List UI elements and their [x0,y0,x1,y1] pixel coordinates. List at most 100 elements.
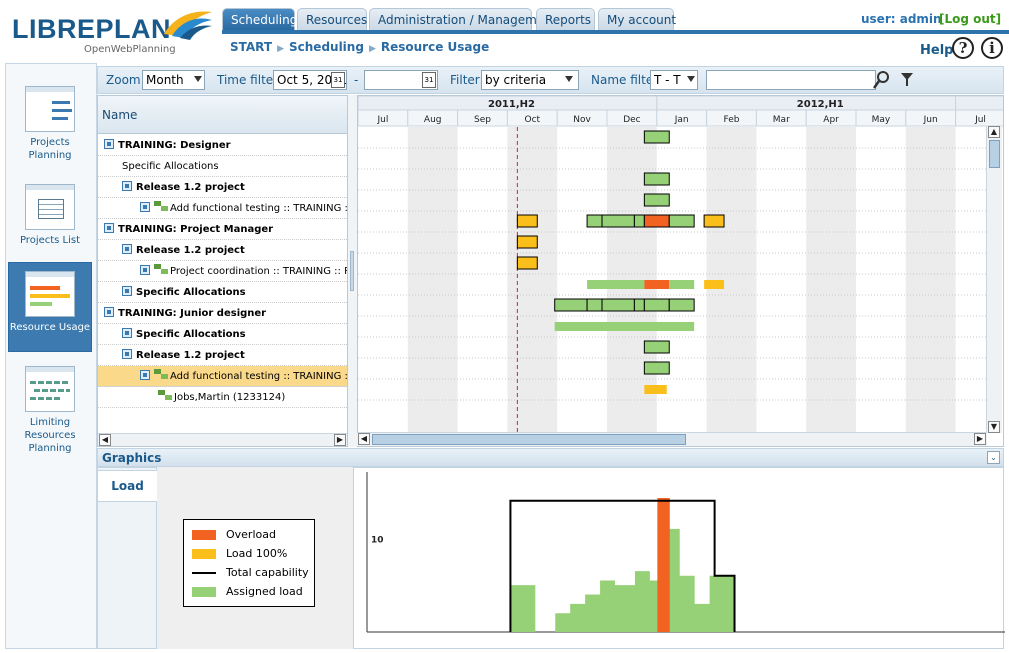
collapse-toggle-icon[interactable] [122,244,132,254]
scroll-left-icon[interactable]: ◀ [99,434,111,446]
load-bar [669,280,695,289]
legend-label: Load 100% [226,547,288,560]
load-bar [516,256,538,270]
sidebar-item-projects-list[interactable]: Projects List [8,176,92,252]
collapse-toggle-icon[interactable] [104,139,114,149]
graphics-title: Graphics [102,451,162,465]
help-icon[interactable]: ? [952,37,974,59]
tree-row[interactable]: Specific Allocations [98,156,347,177]
time-range-dash: - [354,73,359,87]
tree-row[interactable]: Add functional testing :: TRAINING :: J [98,366,347,387]
tree-row[interactable]: TRAINING: Junior designer [98,303,347,324]
scroll-right-icon[interactable]: ▶ [334,434,346,446]
expand-arrow-icon[interactable] [122,286,132,296]
user-label: user: admin [861,12,942,26]
tab-scheduling[interactable]: Scheduling [222,8,297,30]
scroll-right-icon[interactable]: ▶ [974,433,986,445]
tree-row[interactable]: Project coordination :: TRAINING :: Pre [98,261,347,282]
tree-row-label: Project coordination :: TRAINING :: Pre [170,266,347,277]
tab-reports[interactable]: Reports [536,8,595,30]
tree-row[interactable]: Release 1.2 project [98,345,347,366]
logo-text: LIBREPLAN [12,14,171,44]
search-icon[interactable] [873,70,891,90]
load-bar [644,385,667,394]
scroll-thumb[interactable] [989,140,1000,168]
total-capability-swatch [192,572,216,574]
overload-swatch [192,530,216,540]
resource-load-chart: Jul Aug Sep Oct Nov Dec Jan Feb Mar Apr May Jun Jul 2… [357,95,1004,447]
tree-row[interactable]: TRAINING: Designer [98,135,347,156]
load-chart: 10 [353,467,1005,649]
header: LIBREPLAN OpenWebPlanning Scheduling Res… [0,0,1009,62]
tree-row[interactable]: Jobs,Martin (1233124) [98,387,347,408]
tab-resources[interactable]: Resources [297,8,367,30]
tab-administration[interactable]: Administration / Management [369,8,557,30]
bird-icon [164,11,212,40]
filter-icon[interactable] [900,71,914,89]
collapse-toggle-icon[interactable] [140,370,150,380]
splitter-handle[interactable] [350,251,354,291]
tree-row-label: Release 1.2 project [136,245,245,256]
sidebar-item-projects-planning[interactable]: Projects Planning [8,78,92,162]
time-to-input[interactable]: 31 [364,70,438,90]
collapse-toggle-icon[interactable] [122,181,132,191]
resource-tree: Name TRAINING: Designer Specific Allocati… [97,95,348,447]
breadcrumb-start[interactable]: START [230,40,272,54]
scroll-thumb[interactable] [372,434,686,445]
load-bar [586,298,603,312]
tree-row[interactable]: Specific Allocations [98,324,347,345]
calendar-icon[interactable]: 31 [422,72,436,88]
search-input[interactable] [706,70,876,90]
time-from-input[interactable]: Oct 5, 2011 31 [273,70,347,90]
month-label: Sep [474,115,491,125]
legend-label: Overload [226,528,276,541]
collapse-icon[interactable]: ⌄ [987,451,1000,464]
tree-row-label: Add functional testing :: TRAINING :: J [170,203,347,214]
info-icon[interactable]: i [981,37,1003,59]
logout-link[interactable]: [Log out] [939,12,1001,26]
calendar-icon[interactable]: 31 [331,72,345,88]
expand-arrow-icon[interactable] [140,265,150,275]
zoom-select[interactable]: Month [142,70,205,90]
tree-row[interactable]: Specific Allocations [98,282,347,303]
libreplan-logo[interactable]: LIBREPLAN OpenWebPlanning [12,6,212,56]
tree-row[interactable]: Release 1.2 project [98,240,347,261]
sidebar-item-limiting-resources[interactable]: Limiting Resources Planning [8,358,92,458]
breadcrumb-scheduling[interactable]: Scheduling [289,40,364,54]
filter-select[interactable]: by criteria [481,70,579,90]
expand-arrow-icon[interactable] [122,328,132,338]
tree-row[interactable]: TRAINING: Project Manager [98,219,347,240]
chevron-down-icon [565,76,573,82]
month-label: Aug [424,115,442,125]
scroll-left-icon[interactable]: ◀ [358,433,370,445]
tree-horizontal-scrollbar[interactable]: ◀ ▶ [98,433,347,446]
collapse-toggle-icon[interactable] [122,349,132,359]
tab-load[interactable]: Load [97,470,157,502]
sidebar-item-resource-usage[interactable]: Resource Usage [8,262,92,352]
load-bar [643,130,670,144]
tree-row[interactable]: Add functional testing :: TRAINING :: J [98,198,347,219]
task-icon [154,201,168,212]
scroll-up-icon[interactable]: ▲ [988,126,1000,138]
graphics-panel-header[interactable]: Graphics ⌄ [97,448,1004,467]
collapse-toggle-icon[interactable] [104,307,114,317]
tree-row-label: TRAINING: Designer [118,140,231,151]
breadcrumb-separator-icon: ▶ [277,44,284,54]
tab-my-account[interactable]: My account [598,8,676,30]
legend-label: Total capability [226,566,309,579]
load-bar [587,280,645,289]
gantt-vertical-scrollbar[interactable]: ▲ ▼ [986,126,1002,433]
sidebar-item-label: Projects List [19,235,81,246]
panel-splitter[interactable] [348,95,357,447]
gantt-horizontal-scrollbar[interactable]: ◀ ▶ [357,432,987,446]
tree-row[interactable]: Release 1.2 project [98,177,347,198]
period-label: 2012,H1 [797,99,844,110]
breadcrumb-resource-usage: Resource Usage [380,40,490,54]
expand-arrow-icon[interactable] [140,202,150,212]
tree-row-label: Release 1.2 project [136,350,245,361]
name-filter-select[interactable]: T - T [650,70,698,90]
scroll-down-icon[interactable]: ▼ [988,421,1000,433]
collapse-toggle-icon[interactable] [104,223,114,233]
help-link[interactable]: Help [920,43,953,58]
assigned-load-swatch [192,587,216,597]
